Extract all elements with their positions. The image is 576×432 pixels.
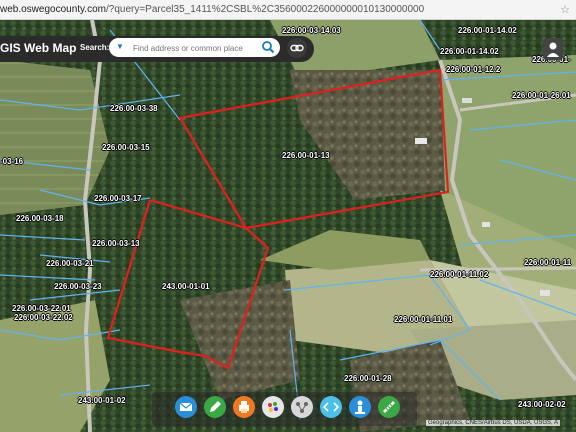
parcel-label[interactable]: 226.00-03-22.02: [14, 313, 73, 322]
search-input[interactable]: [131, 40, 255, 56]
parcel-label[interactable]: 226.00-03-22.01: [12, 304, 71, 313]
url-host: web.oswegocounty.com: [0, 4, 106, 15]
share-tool-button[interactable]: [290, 395, 314, 419]
parcel-label[interactable]: 226.00-03-17: [94, 194, 142, 203]
map-attribution: Geographics, CNES/Airbus DS, USDA, USGS,…: [426, 420, 561, 426]
measure-tool-button[interactable]: [377, 395, 401, 419]
url-path: /?query=Parcel35_1411%2CSBL%2C3560002260…: [105, 4, 425, 15]
parcel-label[interactable]: 226.00-03-14.03: [282, 26, 341, 35]
parcel-label[interactable]: 226.00-03-23: [54, 282, 102, 291]
link-tool-button[interactable]: [319, 395, 343, 419]
toolbar-prev-button[interactable]: ‹: [155, 403, 165, 415]
parcel-label[interactable]: 226.00-03-18: [16, 214, 64, 223]
parcel-label[interactable]: 226.00-03-13: [92, 239, 140, 248]
app-title: GIS Web Map: [0, 41, 77, 55]
browser-address-bar[interactable]: web.oswegocounty.com/?query=Parcel35_141…: [0, 0, 576, 20]
parcel-label[interactable]: 243.00-01-01: [162, 282, 210, 291]
email-tool-button[interactable]: [174, 395, 198, 419]
person-pin-icon: [349, 396, 371, 418]
parcel-label[interactable]: 243.00-01-02: [78, 396, 126, 405]
search-icon[interactable]: [261, 40, 275, 54]
parcel-label[interactable]: 226.00-03-15: [102, 143, 150, 152]
parcel-label[interactable]: 226.00-01-14.02: [440, 47, 499, 56]
parcel-label[interactable]: 226.00-01-11.02: [430, 270, 488, 279]
parcel-label[interactable]: 226.00-03-21: [46, 259, 94, 268]
code-icon: [320, 396, 342, 418]
network-icon: [291, 396, 313, 418]
parcel-label[interactable]: 226.00-01-11: [524, 258, 571, 267]
parcel-label[interactable]: 226.00-01-28: [344, 374, 392, 383]
user-icon[interactable]: [543, 38, 563, 60]
aerial-imagery: [0, 20, 576, 432]
printer-icon: [233, 396, 255, 418]
layers-tool-button[interactable]: [261, 395, 285, 419]
parcel-label[interactable]: 226.00-01-26.01: [512, 91, 571, 100]
ruler-icon: [378, 396, 400, 418]
parcel-label[interactable]: 243.00-02-02: [518, 400, 566, 409]
parcel-label[interactable]: -03-16: [0, 157, 23, 166]
parcel-label[interactable]: 226.00-01-13: [282, 151, 330, 160]
search-box[interactable]: ▼: [109, 38, 280, 57]
draw-tool-button[interactable]: [203, 395, 227, 419]
print-tool-button[interactable]: [232, 395, 256, 419]
search-dropdown-icon[interactable]: ▼: [114, 41, 126, 53]
identify-tool-button[interactable]: [348, 395, 372, 419]
map-canvas[interactable]: 226.00-03-14.03 226.00-01-14.02 226.00-0…: [0, 20, 576, 432]
email-icon: [175, 396, 197, 418]
toolbar-next-button[interactable]: ›: [405, 403, 415, 415]
link-icon[interactable]: [287, 38, 307, 58]
parcel-label[interactable]: 226.00-01-11.01: [394, 315, 452, 324]
parcel-label[interactable]: 226.00-03-38: [110, 104, 158, 113]
pencil-icon: [204, 396, 226, 418]
palette-icon: [262, 396, 284, 418]
parcel-label[interactable]: 226.00-01-12.2: [446, 65, 500, 74]
parcel-label[interactable]: 226.00-01-14.02: [458, 26, 517, 35]
bookmark-star-icon[interactable]: ☆: [560, 3, 570, 16]
search-label: Search:: [80, 43, 110, 52]
